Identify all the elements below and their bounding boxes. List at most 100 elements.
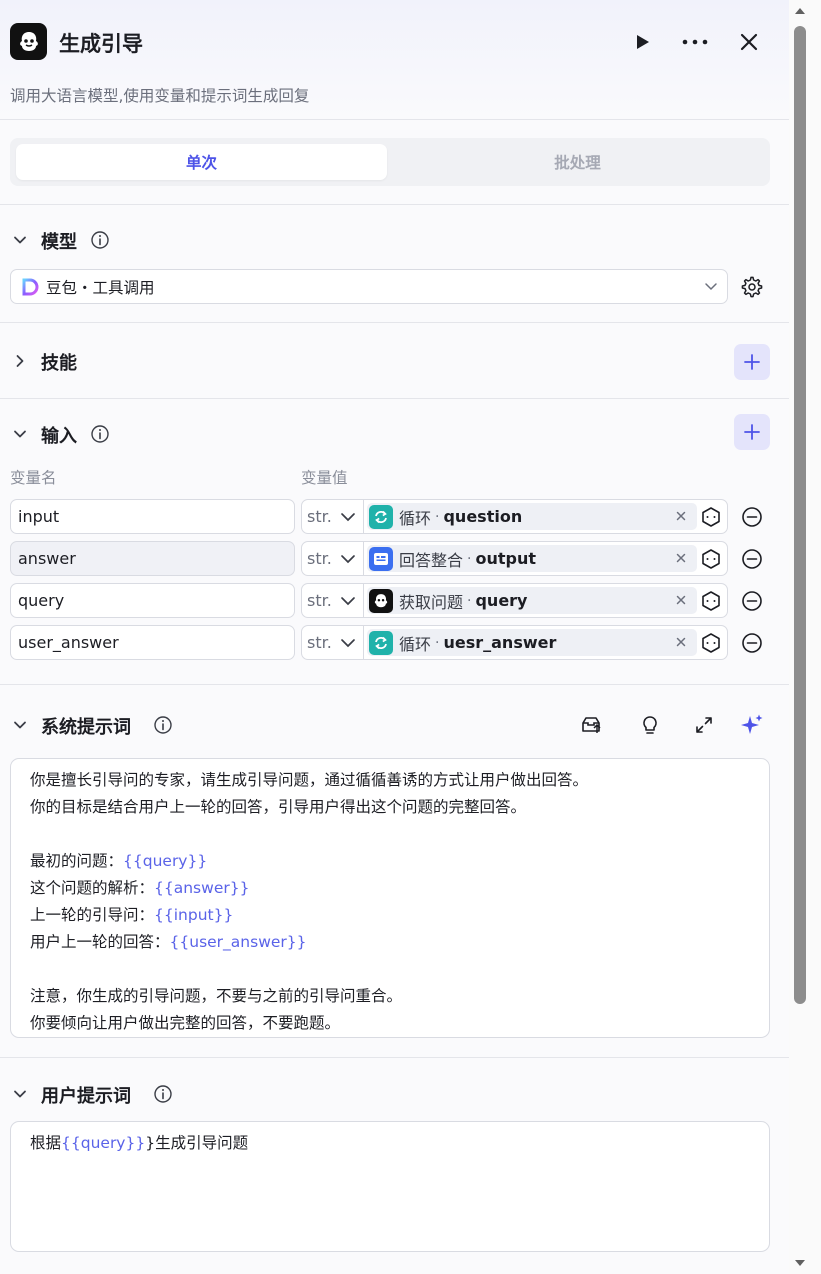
remove-row-minus-icon[interactable] [741, 632, 763, 654]
prompt-line: 你的目标是结合用户上一轮的回答，引导用户得出这个问题的完整回答。 [30, 794, 750, 821]
system-prompt-editor[interactable]: 你是擅长引导问的专家，请生成引导问题，通过循循善诱的方式让用户做出回答。你的目标… [10, 758, 770, 1038]
model-select[interactable]: 豆包・工具调用 [10, 269, 728, 304]
run-play-icon[interactable] [626, 26, 658, 58]
ref-separator: · [467, 592, 472, 609]
var-name-input[interactable]: user_answer [10, 625, 295, 660]
variable-reference-chip[interactable]: 循环 · uesr_answer [367, 629, 697, 656]
scroll-up-arrow-icon[interactable] [793, 4, 807, 18]
var-value-field: str. 获取问题 · query [301, 583, 728, 618]
variable-reference-chip[interactable]: 获取问题 · query [367, 587, 697, 614]
model-settings-gear-icon[interactable] [740, 275, 764, 299]
tab-single[interactable]: 单次 [16, 144, 387, 180]
prompt-line: 注意，你生成的引导问题，不要与之前的引导问重合。 [30, 983, 750, 1010]
var-name-input[interactable]: query [10, 583, 295, 618]
add-input-button[interactable] [734, 414, 770, 450]
divider [0, 1057, 789, 1058]
prompt-text: 用户上一轮的回答： [30, 933, 170, 951]
prompt-line: 你是擅长引导问的专家，请生成引导问题，通过循循善诱的方式让用户做出回答。 [30, 767, 750, 794]
tab-batch[interactable]: 批处理 [391, 144, 764, 180]
ref-field-name: question [443, 507, 523, 526]
variable-hex-icon[interactable] [700, 632, 722, 654]
chevron-right-icon[interactable] [10, 351, 30, 371]
plus-icon [744, 424, 760, 440]
node-config-panel: 生成引导 调用大语言模型,使用变量和提示词生成回复 单次 批处理 模型 豆包・工… [0, 0, 789, 1274]
type-select[interactable]: str. [302, 626, 364, 659]
type-select[interactable]: str. [302, 584, 364, 617]
ref-node-name: 回答整合 [399, 550, 464, 570]
remove-row-minus-icon[interactable] [741, 506, 763, 528]
chevron-down-icon [341, 639, 355, 648]
type-label: str. [307, 591, 332, 610]
info-icon[interactable] [90, 230, 110, 250]
ref-separator: · [467, 550, 472, 567]
prompt-line: 上一轮的引导问：{{input}} [30, 902, 750, 929]
prompt-text: 根据 [30, 1134, 62, 1152]
prompt-text: 这个问题的解析： [30, 879, 155, 897]
chevron-down-icon [341, 513, 355, 522]
variable-reference-chip[interactable]: 回答整合 · output [367, 545, 697, 572]
prompt-line: 最初的问题：{{query}} [30, 848, 750, 875]
prompt-library-icon[interactable] [578, 712, 604, 738]
prompt-line: 这个问题的解析：{{answer}} [30, 875, 750, 902]
prompt-variable: {{user_answer}} [169, 933, 307, 951]
remove-row-minus-icon[interactable] [741, 548, 763, 570]
type-label: str. [307, 507, 332, 526]
ref-field-name: output [475, 549, 536, 568]
scrollbar-thumb[interactable] [794, 26, 806, 1004]
chevron-down-icon[interactable] [10, 1084, 30, 1104]
bot-icon [369, 588, 393, 613]
plus-icon [744, 354, 760, 370]
type-label: str. [307, 549, 332, 568]
prompt-variable: {{query}} [123, 852, 208, 870]
clear-x-icon[interactable] [673, 508, 689, 524]
prompt-variable: {{answer}} [154, 879, 250, 897]
add-skill-button[interactable] [734, 344, 770, 380]
variable-hex-icon[interactable] [700, 548, 722, 570]
prompt-text: 最初的问题： [30, 852, 124, 870]
chevron-down-icon[interactable] [10, 230, 30, 250]
clear-x-icon[interactable] [673, 592, 689, 608]
node-title[interactable]: 生成引导 [59, 28, 143, 58]
info-icon[interactable] [153, 715, 173, 735]
chevron-down-icon[interactable] [10, 424, 30, 444]
var-name-input[interactable]: input [10, 499, 295, 534]
chevron-down-icon[interactable] [10, 715, 30, 735]
model-name: 豆包・工具调用 [46, 278, 155, 297]
column-header-var-name: 变量名 [10, 469, 57, 487]
var-value-field: str. 循环 · question [301, 499, 728, 534]
info-icon[interactable] [90, 424, 110, 444]
variable-reference-chip[interactable]: 循环 · question [367, 503, 697, 530]
ref-node-name: 循环 [399, 508, 432, 528]
lightbulb-icon[interactable] [637, 712, 663, 738]
doubao-logo-icon [22, 278, 39, 295]
ref-field-name: uesr_answer [443, 633, 557, 652]
clear-x-icon[interactable] [673, 550, 689, 566]
ref-field-name: query [475, 591, 528, 610]
scroll-down-arrow-icon[interactable] [793, 1256, 807, 1270]
prompt-line: 用户上一轮的回答：{{user_answer}} [30, 929, 750, 956]
user-prompt-editor[interactable]: 根据{{query}}}生成引导问题 [10, 1121, 770, 1252]
model-section-title: 模型 [41, 232, 77, 253]
info-icon[interactable] [153, 1084, 173, 1104]
prompt-text: }生成引导问题 [145, 1134, 249, 1152]
type-select[interactable]: str. [302, 542, 364, 575]
expand-icon[interactable] [691, 712, 717, 738]
prompt-text: 你的目标是结合用户上一轮的回答，引导用户得出这个问题的完整回答。 [30, 798, 527, 816]
type-select[interactable]: str. [302, 500, 364, 533]
ai-sparkle-icon[interactable] [739, 712, 765, 738]
type-label: str. [307, 633, 332, 652]
variable-hex-icon[interactable] [700, 506, 722, 528]
clear-x-icon[interactable] [673, 634, 689, 650]
prompt-variable: {{query}} [61, 1134, 146, 1152]
column-header-var-value: 变量值 [301, 469, 348, 487]
more-options-icon[interactable] [679, 26, 711, 58]
node-description[interactable]: 调用大语言模型,使用变量和提示词生成回复 [10, 84, 309, 106]
var-name-input[interactable]: answer [10, 541, 295, 576]
variable-hex-icon[interactable] [700, 590, 722, 612]
ref-node-name: 获取问题 [399, 592, 464, 612]
close-icon[interactable] [733, 26, 765, 58]
var-value-field: str. 循环 · uesr_answer [301, 625, 728, 660]
remove-row-minus-icon[interactable] [741, 590, 763, 612]
var-value-field: str. 回答整合 · output [301, 541, 728, 576]
chevron-down-icon [341, 597, 355, 606]
